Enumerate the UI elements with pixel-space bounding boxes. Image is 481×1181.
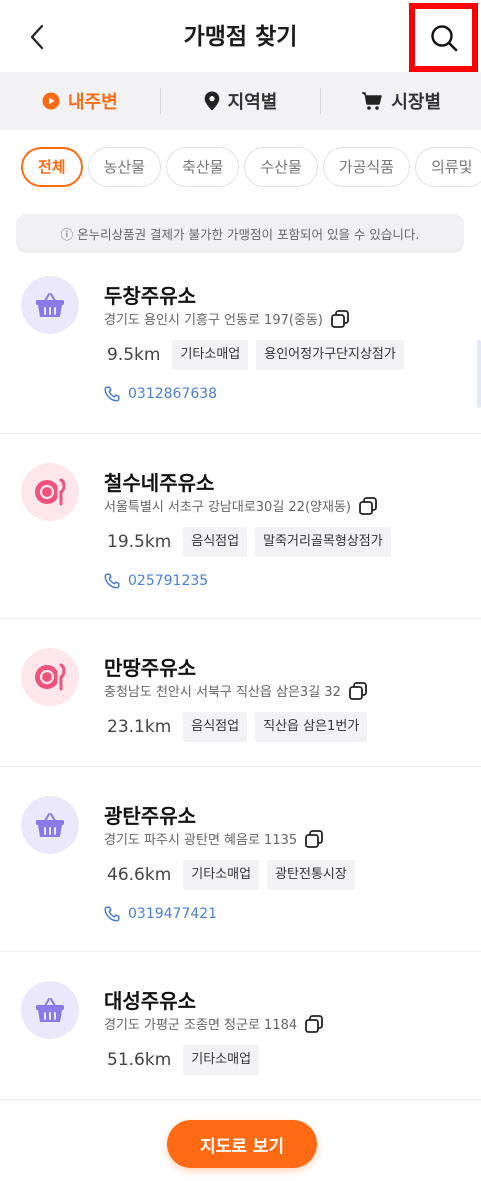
store-phone-number: 025791235 [128,573,209,589]
store-category-icon [21,463,79,521]
tab-region-label: 지역별 [227,92,278,113]
tab-nearby-label: 내주변 [67,92,118,113]
chip-livestock[interactable]: 축산물 [166,147,240,187]
search-icon [430,24,457,51]
chip-agriculture[interactable]: 농산물 [87,147,162,187]
store-category-icon [21,276,79,334]
store-address: 서울특별시 서초구 강남대로30길 22(양재동) [104,496,377,515]
copy-icon[interactable] [359,496,377,515]
list-item[interactable]: 만땅주유소 충청남도 천안시 서북구 직산읍 삼은3길 32 23.1km 음식… [0,619,481,767]
list-item[interactable]: 철수네주유소 서울특별시 서초구 강남대로30길 22(양재동) 19.5km … [0,434,481,619]
copy-icon[interactable] [331,309,349,328]
copy-icon[interactable] [305,1014,324,1033]
store-category-icon [21,648,79,706]
store-category-icon [21,796,79,854]
store-address-text: 서울특별시 서초구 강남대로30길 22(양재동) [104,500,351,515]
phone-icon [104,906,120,922]
store-tag: 음식점업 [183,527,248,557]
basket-icon [36,813,64,837]
chip-all[interactable]: 전체 [21,147,83,187]
play-circle-icon [42,92,60,110]
store-category-icon [21,981,79,1039]
location-pin-icon [204,91,219,111]
chip-clothing[interactable]: 의류및 [415,147,481,187]
store-tag: 기타소매업 [183,1045,260,1075]
store-tag: 기타소매업 [172,340,249,370]
basket-icon [36,293,64,317]
store-address-text: 충청남도 천안시 서북구 직산읍 삼은3길 32 [104,685,341,700]
store-tag: 광탄전통시장 [267,860,355,890]
store-address: 경기도 파주시 광탄면 혜음로 1135 [104,829,324,848]
search-button[interactable] [409,3,478,72]
store-meta: 23.1km 음식점업 직산읍 삼은1번가 [107,712,368,742]
view-map-button[interactable]: 지도로 보기 [167,1120,317,1168]
store-meta: 9.5km 기타소매업 용인어정가구단지상점가 [107,340,404,370]
store-address-text: 경기도 파주시 광탄면 혜음로 1135 [104,833,298,848]
list-item[interactable]: 두창주유소 경기도 용인시 기흥구 언동로 197(중동) 9.5km 기타소매… [0,262,481,434]
store-phone-number: 0319477421 [128,906,218,922]
copy-icon[interactable] [305,829,324,848]
store-meta: 46.6km 기타소매업 광탄전통시장 [107,860,355,890]
store-distance: 19.5km [107,532,172,552]
store-tag: 기타소매업 [183,860,260,890]
store-meta: 19.5km 음식점업 말죽거리골목형상점가 [107,527,391,557]
store-address-text: 경기도 용인시 기흥구 언동로 197(중동) [104,313,323,328]
store-meta: 51.6km 기타소매업 [107,1045,260,1075]
dining-icon [35,478,66,506]
store-tag: 용인어정가구단지상점가 [256,340,404,370]
phone-icon [104,573,120,589]
store-address-text: 경기도 가평군 조종면 청군로 1184 [104,1018,298,1033]
notice-banner: ⓘ 온누리상품권 결제가 불가한 가맹점이 포함되어 있을 수 있습니다. [16,214,464,253]
store-address: 충청남도 천안시 서북구 직산읍 삼은3길 32 [104,681,367,700]
dining-icon [35,663,66,691]
store-list: 두창주유소 경기도 용인시 기흥구 언동로 197(중동) 9.5km 기타소매… [0,262,481,1100]
store-phone[interactable]: 025791235 [104,573,208,589]
phone-icon [104,386,120,402]
list-item[interactable]: 대성주유소 경기도 가평군 조종면 청군로 1184 51.6km 기타소매업 [0,952,481,1100]
store-phone-number: 0312867638 [128,386,218,402]
store-tag: 직산읍 삼은1번가 [255,712,368,742]
basket-icon [36,998,64,1022]
store-distance: 23.1km [107,717,172,737]
store-name: 철수네주유소 [104,471,215,495]
store-name: 만땅주유소 [104,656,196,680]
store-distance: 46.6km [107,865,172,885]
store-phone[interactable]: 0312867638 [104,386,217,402]
scrollbar[interactable] [477,340,481,408]
store-address: 경기도 용인시 기흥구 언동로 197(중동) [104,309,349,328]
location-tabs: 내주변 지역별 시장별 [0,72,481,130]
notice-text: ⓘ 온누리상품권 결제가 불가한 가맹점이 포함되어 있을 수 있습니다. [60,227,420,242]
store-distance: 9.5km [107,345,161,365]
store-name: 대성주유소 [104,989,196,1013]
category-chips: 전체 농산물 축산물 수산물 가공식품 의류및 [0,147,481,189]
store-address: 경기도 가평군 조종면 청군로 1184 [104,1014,324,1033]
list-item[interactable]: 광탄주유소 경기도 파주시 광탄면 혜음로 1135 46.6km 기타소매업 … [0,767,481,952]
store-phone[interactable]: 0319477421 [104,906,217,922]
cart-icon [362,92,383,110]
header: 가맹점 찾기 [0,0,481,72]
tab-region[interactable]: 지역별 [161,72,321,130]
chip-processed-food[interactable]: 가공식품 [322,147,411,187]
back-button[interactable] [22,22,52,52]
chip-seafood[interactable]: 수산물 [244,147,318,187]
tab-nearby[interactable]: 내주변 [0,72,160,130]
store-distance: 51.6km [107,1050,172,1070]
store-tag: 음식점업 [183,712,248,742]
store-name: 두창주유소 [104,284,196,308]
tab-market[interactable]: 시장별 [321,72,481,130]
tab-market-label: 시장별 [391,92,442,113]
chevron-left-icon [30,24,44,50]
copy-icon[interactable] [348,681,367,700]
store-tag: 말죽거리골목형상점가 [255,527,391,557]
store-name: 광탄주유소 [104,804,196,828]
